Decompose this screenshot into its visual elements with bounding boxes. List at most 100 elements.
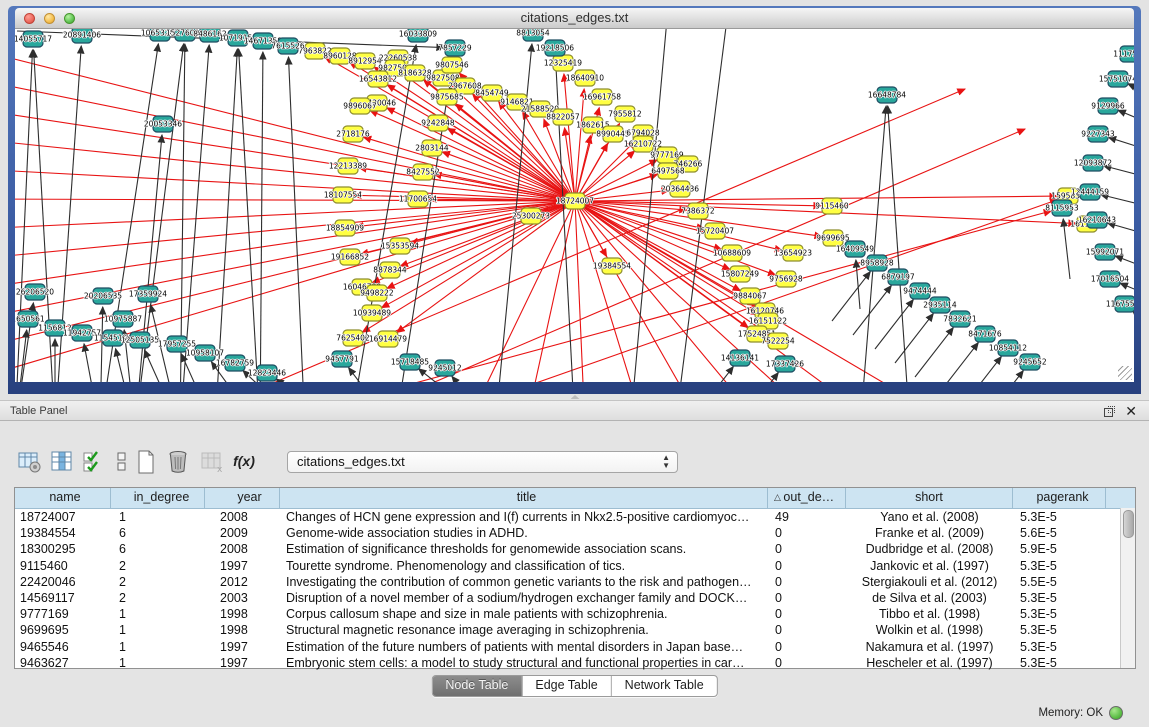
table-cell[interactable]: Investigating the contribution of common… [280, 574, 768, 590]
table-cell[interactable]: 5.3E-5 [1013, 622, 1106, 638]
column-header-year[interactable]: year [205, 488, 280, 508]
graph-edge[interactable] [1120, 283, 1134, 291]
graph-node[interactable]: 8813054 [516, 29, 550, 41]
table-cell[interactable]: 0 [768, 541, 846, 557]
graph-node[interactable]: 9756928 [769, 271, 803, 287]
table-cell[interactable]: 9463627 [15, 655, 111, 671]
vertical-scrollbar[interactable] [1120, 508, 1135, 668]
table-row[interactable]: 1830029562008Estimation of significance … [15, 541, 1135, 557]
graph-node[interactable]: 8471676 [968, 326, 1002, 342]
graph-node[interactable]: 9227343 [1081, 126, 1115, 142]
table-cell[interactable]: Tourette syndrome. Phenomenology and cla… [280, 558, 768, 574]
graph-edge[interactable] [180, 44, 185, 382]
graph-edge[interactable] [575, 201, 645, 382]
table-cell[interactable]: Disruption of a novel member of a sodium… [280, 590, 768, 606]
graph-node[interactable]: 1117536 [1113, 46, 1134, 62]
close-panel-icon[interactable]: ✕ [1125, 402, 1137, 421]
table-cell[interactable]: 5.3E-5 [1013, 590, 1106, 606]
graph-node[interactable]: 7857229 [438, 40, 472, 56]
table-cell[interactable]: 6 [111, 525, 205, 541]
table-cell[interactable]: 0 [768, 606, 846, 622]
graph-node[interactable]: 12213389 [329, 158, 367, 174]
graph-edge[interactable] [135, 44, 184, 382]
table-cell[interactable]: Estimation of the future numbers of pati… [280, 639, 768, 655]
table-selector-combo[interactable]: citations_edges.txt ▲▼ [287, 451, 678, 473]
graph-node[interactable]: 9245012 [428, 360, 462, 376]
graph-edge[interactable] [1108, 137, 1134, 147]
table-cell[interactable]: 1 [111, 622, 205, 638]
table-cell[interactable]: 0 [768, 590, 846, 606]
graph-node[interactable]: 16961758 [583, 89, 621, 105]
edit-values-button[interactable] [80, 448, 108, 476]
graph-node[interactable]: 6879197 [881, 269, 915, 285]
graph-edge[interactable] [875, 300, 913, 349]
table-cell[interactable]: 2 [111, 574, 205, 590]
table-cell[interactable]: 0 [768, 655, 846, 671]
graph-node[interactable]: 2718176 [336, 126, 370, 142]
graph-node[interactable]: 19166852 [331, 249, 369, 265]
table-cell[interactable]: 2 [111, 558, 205, 574]
graph-edge[interactable] [215, 49, 237, 382]
table-cell[interactable]: Franke et al. (2009) [846, 525, 1013, 541]
table-cell[interactable]: 9115460 [15, 558, 111, 574]
table-row[interactable]: 1456911722003Disruption of a novel membe… [15, 590, 1135, 606]
graph-edge[interactable] [575, 196, 1057, 201]
network-canvas[interactable]: 1872400779638228960128891295422260538982… [15, 29, 1134, 382]
graph-edge[interactable] [695, 367, 733, 382]
graph-node[interactable]: 14055717 [15, 31, 52, 47]
table-cell[interactable]: 0 [768, 558, 846, 574]
graph-edge[interactable] [832, 272, 870, 321]
tab-network-table[interactable]: Network Table [612, 676, 717, 696]
graph-node[interactable]: 10854112 [989, 340, 1027, 356]
graph-node[interactable]: 17337426 [766, 356, 804, 372]
graph-node[interactable]: 18640910 [566, 70, 604, 86]
graph-edge[interactable] [397, 201, 575, 332]
table-cell[interactable]: 5.6E-5 [1013, 525, 1106, 541]
new-file-button[interactable] [132, 448, 160, 476]
graph-edge[interactable] [575, 141, 635, 201]
table-cell[interactable]: 2 [111, 590, 205, 606]
table-row[interactable]: 2242004622012Investigating the contribut… [15, 574, 1135, 590]
graph-node[interactable]: 20891406 [63, 29, 101, 43]
graph-edge[interactable] [915, 328, 953, 377]
combo-stepper-icon[interactable]: ▲▼ [662, 454, 670, 470]
memory-ok-icon[interactable] [1109, 706, 1123, 720]
table-cell[interactable]: 1 [111, 655, 205, 671]
graph-edge[interactable] [985, 371, 1023, 382]
table-cell[interactable]: Changes of HCN gene expression and I(f) … [280, 509, 768, 525]
graph-edge[interactable] [1128, 84, 1134, 89]
table-cell[interactable]: Tibbo et al. (1998) [846, 606, 1013, 622]
table-cell[interactable]: 1 [111, 606, 205, 622]
graph-edge[interactable] [1115, 256, 1134, 265]
table-cell[interactable]: 2009 [205, 525, 280, 541]
table-cell[interactable]: 5.3E-5 [1013, 558, 1106, 574]
splitter-handle-icon[interactable] [571, 395, 580, 399]
graph-node[interactable]: 2935114 [923, 297, 957, 313]
graph-edge[interactable] [288, 57, 305, 382]
table-cell[interactable]: 2008 [205, 509, 280, 525]
table-cell[interactable]: 9777169 [15, 606, 111, 622]
graph-node[interactable]: 15718485 [391, 354, 429, 370]
resize-grip-icon[interactable] [1118, 366, 1132, 380]
table-cell[interactable]: 1998 [205, 622, 280, 638]
table-cell[interactable]: 2008 [205, 541, 280, 557]
graph-edge[interactable] [575, 201, 705, 382]
table-cell[interactable]: 22420046 [15, 574, 111, 590]
table-row[interactable]: 1938455462009Genome-wide association stu… [15, 525, 1135, 541]
graph-node[interactable]: 16648784 [868, 87, 906, 103]
graph-edge[interactable] [1133, 311, 1134, 317]
table-row[interactable]: 1872400712008Changes of HCN gene express… [15, 509, 1135, 525]
table-cell[interactable]: Estimation of significance thresholds fo… [280, 541, 768, 557]
graph-node[interactable]: 8958928 [860, 255, 894, 271]
table-cell[interactable]: Embryonic stem cells: a model to study s… [280, 655, 768, 671]
import-table-disabled-button[interactable]: x [198, 448, 226, 476]
column-header-title[interactable]: title [280, 488, 768, 508]
graph-edge[interactable] [15, 50, 32, 382]
table-row[interactable]: 946362711997Embryonic stem cells: a mode… [15, 655, 1135, 671]
table-cell[interactable]: 6 [111, 541, 205, 557]
table-cell[interactable]: 9699695 [15, 622, 111, 638]
table-cell[interactable]: 1 [111, 509, 205, 525]
graph-edge[interactable] [84, 344, 100, 382]
window-titlebar[interactable]: citations_edges.txt [15, 8, 1134, 29]
table-cell[interactable]: Nakamura et al. (1997) [846, 639, 1013, 655]
